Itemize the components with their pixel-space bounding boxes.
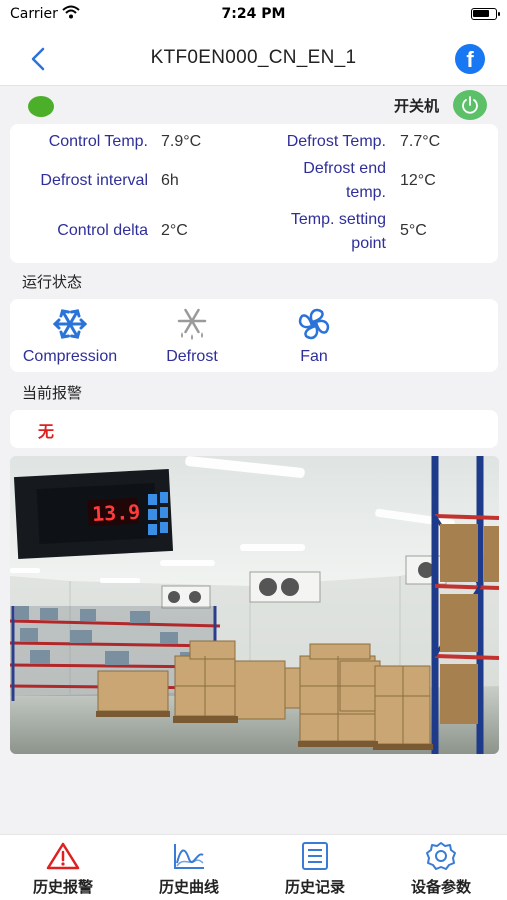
- defrost-temp-value: 7.7°C: [400, 133, 441, 150]
- tab-alarm-history[interactable]: 历史报警: [0, 841, 126, 897]
- tab-history-curve[interactable]: 历史曲线: [126, 841, 252, 897]
- run-state-title: 运行状态: [22, 273, 83, 291]
- defrost-interval-label: Defrost interval: [40, 172, 148, 189]
- state-compression-label: Compression: [22, 348, 118, 365]
- defrost-end-temp-label-line1: Defrost end: [303, 160, 386, 177]
- cold-room-photo: 13.9: [10, 456, 499, 754]
- list-icon: [302, 842, 328, 870]
- defrost-end-temp-value: 12°C: [400, 172, 436, 189]
- state-defrost: Defrost: [132, 307, 252, 366]
- temp-setting-point-label-line1: Temp. setting: [290, 211, 386, 228]
- control-delta-value: 2°C: [161, 222, 188, 239]
- status-bar: Carrier 7:24 PM: [0, 0, 507, 30]
- current-alarm-card: 无: [10, 410, 498, 448]
- tab-history-records-label: 历史记录: [284, 878, 345, 896]
- power-icon: [462, 96, 478, 114]
- tab-alarm-history-label: 历史报警: [32, 878, 93, 896]
- settings-icon: [426, 842, 456, 870]
- online-status-indicator: [28, 96, 54, 117]
- power-button[interactable]: [453, 90, 487, 120]
- warning-icon: [46, 842, 80, 870]
- state-fan-label: Fan: [300, 348, 328, 365]
- current-alarm-title: 当前报警: [22, 384, 83, 402]
- power-row: 开关机: [10, 88, 497, 122]
- state-defrost-label: Defrost: [166, 348, 218, 365]
- tab-device-params-label: 设备参数: [410, 878, 471, 896]
- parameters-card: Control Temp. 7.9°C Defrost Temp. 7.7°C …: [10, 124, 498, 263]
- control-temp-value: 7.9°C: [161, 133, 202, 150]
- control-delta-label: Control delta: [57, 222, 148, 239]
- tab-history-records[interactable]: 历史记录: [252, 841, 378, 897]
- temp-setting-point-value: 5°C: [400, 222, 427, 239]
- defrost-end-temp-label-line2: temp.: [345, 184, 386, 201]
- tab-device-params[interactable]: 设备参数: [378, 841, 504, 897]
- current-alarm-value: 无: [38, 422, 55, 441]
- fan-icon: [298, 308, 330, 340]
- defrost-interval-value: 6h: [161, 172, 179, 189]
- run-state-card: Compression Defrost Fan: [10, 299, 498, 372]
- facebook-icon[interactable]: f: [455, 44, 485, 74]
- chart-icon: [174, 844, 204, 869]
- tab-history-curve-label: 历史曲线: [158, 878, 219, 896]
- controller-reading: 13.9: [91, 500, 140, 526]
- clock: 7:24 PM: [221, 6, 286, 22]
- snowflake-icon: [52, 309, 88, 339]
- back-chevron-icon[interactable]: [24, 44, 54, 74]
- power-label: 开关机: [393, 97, 439, 115]
- defrost-icon: [177, 308, 207, 340]
- bottom-tab-bar: 历史报警 历史曲线 历史记录 设备参数: [0, 834, 507, 900]
- temp-setting-point-label-line2: point: [351, 235, 386, 252]
- controller-device: 13.9: [13, 468, 174, 559]
- nav-bar: KTF0EN000_CN_EN_1 f: [0, 30, 507, 86]
- control-temp-label: Control Temp.: [48, 133, 148, 150]
- defrost-temp-label: Defrost Temp.: [286, 133, 386, 150]
- page-title: KTF0EN000_CN_EN_1: [150, 47, 357, 68]
- battery-icon: [471, 8, 500, 20]
- state-fan: Fan: [254, 307, 374, 366]
- state-compression: Compression: [10, 307, 130, 366]
